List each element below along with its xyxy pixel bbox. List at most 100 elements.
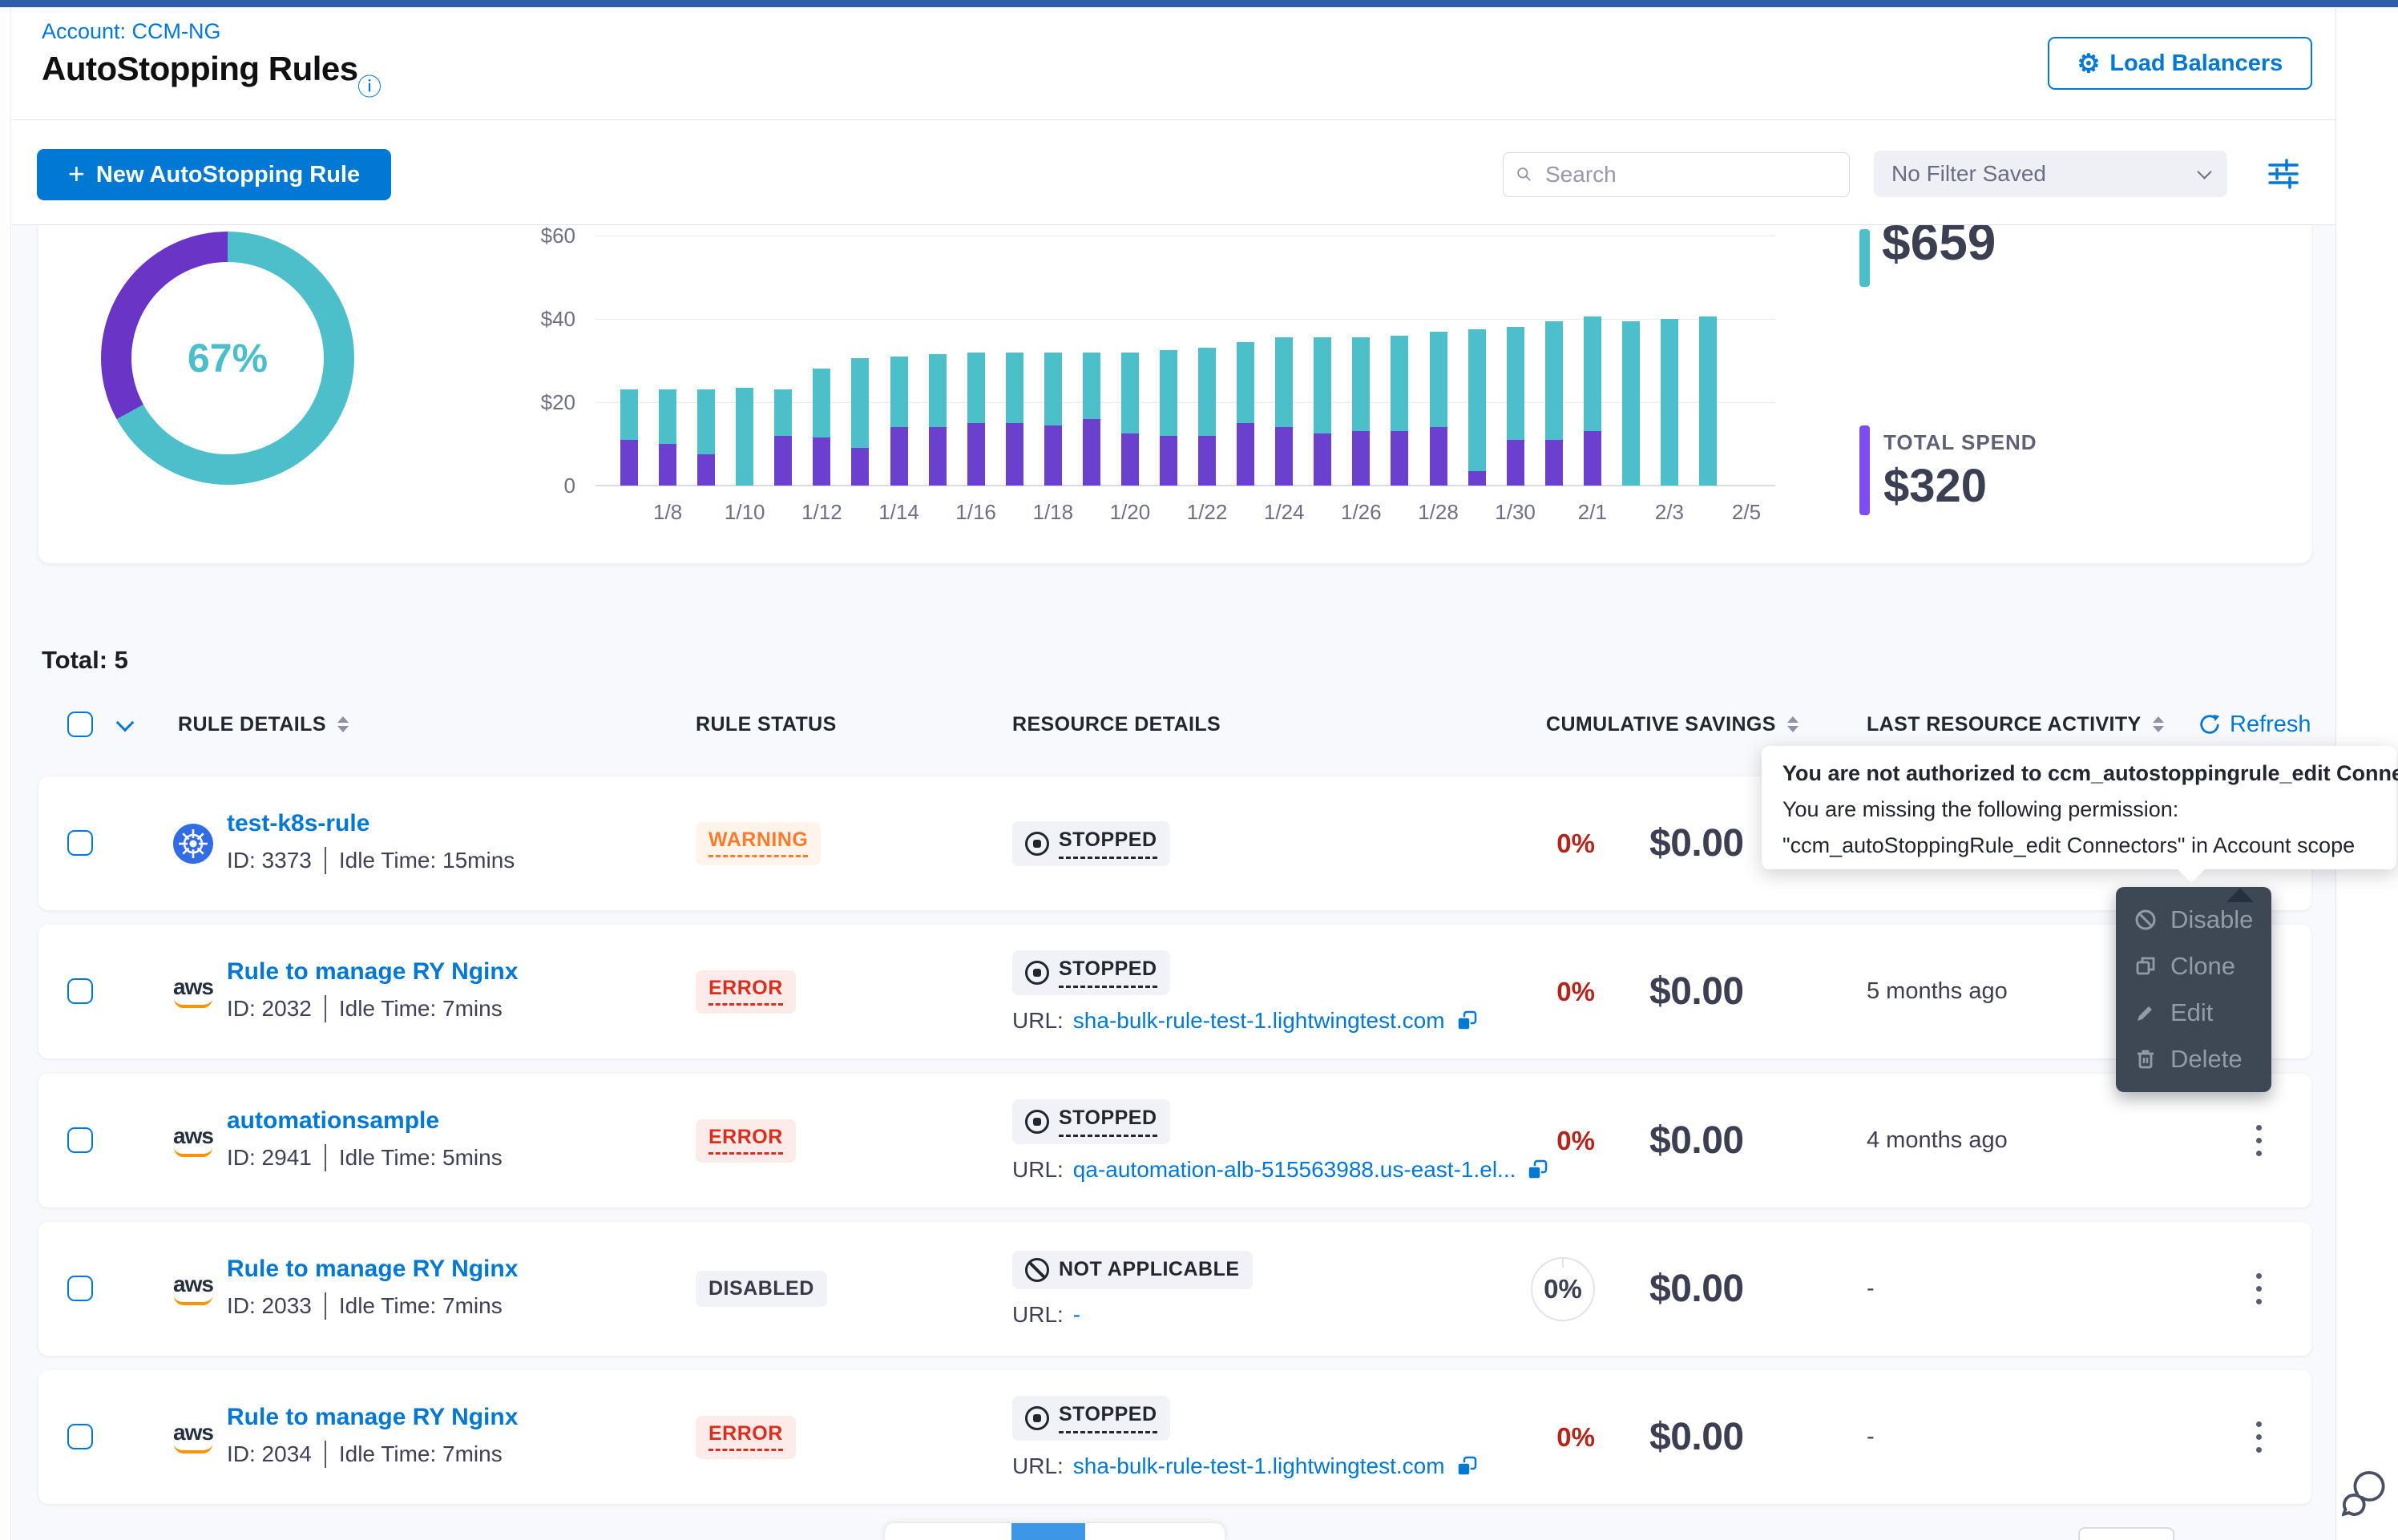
rule-name-link[interactable]: Rule to manage RY Nginx	[227, 958, 518, 986]
savings-amount: $0.00	[1649, 1074, 1744, 1207]
aws-icon: aws	[169, 1222, 217, 1356]
chevron-down-icon[interactable]	[116, 714, 135, 732]
last-activity: 4 months ago	[1867, 1074, 2008, 1207]
row-menu-kebab-icon[interactable]	[2236, 1370, 2281, 1504]
rule-details: ID: 2941Idle Time: 5mins	[227, 1144, 503, 1171]
savings-percent: 0%	[1556, 1422, 1595, 1453]
chevron-down-icon	[2197, 164, 2211, 179]
resource-url: URL: sha-bulk-rule-test-1.lightwingtest.…	[1012, 1008, 1479, 1034]
refresh-button[interactable]: Refresh	[2198, 699, 2311, 750]
column-last-resource-activity[interactable]: LAST RESOURCE ACTIVITY	[1867, 699, 2164, 750]
menu-item-disable[interactable]: Disable	[2116, 897, 2271, 943]
bar-segment-savings	[1545, 321, 1563, 440]
savings-legend-bar	[1859, 229, 1870, 287]
spend-legend-bar	[1859, 425, 1870, 515]
bar-segment-spend	[659, 444, 676, 486]
column-rule-details[interactable]: RULE DETAILS	[178, 699, 349, 750]
bar-segment-spend	[1160, 436, 1177, 486]
menu-item-clone[interactable]: Clone	[2116, 943, 2271, 990]
bar-segment-savings	[1430, 332, 1447, 428]
bar-segment-savings	[1661, 319, 1678, 486]
bar-segment-savings	[1507, 327, 1524, 439]
table-row: aws automationsample ID: 2941Idle Time: …	[38, 1074, 2311, 1207]
refresh-icon	[2198, 712, 2222, 736]
permission-tooltip: You are not authorized to ccm_autostoppi…	[1762, 746, 2396, 869]
filter-sliders-icon[interactable]	[2265, 155, 2302, 192]
aws-icon: aws	[169, 1074, 217, 1207]
x-axis-tick: 1/8	[653, 500, 682, 525]
row-menu-kebab-icon[interactable]	[2236, 1074, 2281, 1207]
resource-url: URL: -	[1012, 1302, 1080, 1328]
bar-segment-savings	[1314, 337, 1331, 433]
load-balancers-button[interactable]: ⚙ Load Balancers	[2048, 37, 2312, 90]
stopped-icon	[1025, 961, 1049, 985]
row-menu-kebab-icon[interactable]	[2236, 1222, 2281, 1356]
search-input[interactable]	[1544, 161, 1836, 188]
row-checkbox[interactable]	[67, 830, 93, 856]
bar-segment-savings	[813, 369, 830, 437]
disable-icon	[2134, 908, 2158, 932]
rule-name-link[interactable]: automationsample	[227, 1107, 439, 1135]
bar-segment-spend	[697, 454, 715, 486]
search-icon	[1516, 163, 1532, 186]
saved-filter-dropdown[interactable]: No Filter Saved	[1874, 151, 2227, 197]
rule-name-link[interactable]: test-k8s-rule	[227, 810, 369, 837]
url-link[interactable]: sha-bulk-rule-test-1.lightwingtest.com	[1073, 1453, 1445, 1479]
status-badge: DISABLED	[696, 1271, 827, 1307]
zero-savings-ring: 0%	[1531, 1257, 1595, 1321]
savings-percent: 0%	[1544, 1274, 1582, 1304]
resource-state-badge: NOT APPLICABLE	[1012, 1251, 1253, 1289]
menu-item-edit[interactable]: Edit	[2116, 990, 2271, 1036]
bar-segment-spend	[1391, 431, 1408, 486]
resource-state-badge: STOPPED	[1012, 1099, 1170, 1144]
bar-segment-spend	[1584, 431, 1601, 486]
plus-icon: +	[68, 159, 85, 188]
new-rule-label: New AutoStopping Rule	[96, 162, 360, 188]
rule-name-link[interactable]: Rule to manage RY Nginx	[227, 1404, 518, 1431]
bar-segment-spend	[1430, 427, 1447, 486]
saved-filter-value: No Filter Saved	[1891, 161, 2046, 187]
info-icon[interactable]: ⓘ	[357, 67, 382, 103]
page-title: AutoStopping Rules	[42, 50, 358, 88]
bar-segment-spend	[890, 427, 908, 486]
url-link[interactable]: sha-bulk-rule-test-1.lightwingtest.com	[1073, 1008, 1445, 1034]
row-checkbox[interactable]	[67, 1276, 93, 1301]
pagination-current-page[interactable]	[1011, 1523, 1085, 1540]
menu-item-delete[interactable]: Delete	[2116, 1036, 2271, 1082]
row-checkbox[interactable]	[67, 1127, 93, 1153]
page-size-dropdown[interactable]	[2078, 1527, 2174, 1540]
x-axis-tick: 1/26	[1341, 500, 1382, 525]
row-checkbox[interactable]	[67, 978, 93, 1004]
pagination-bar[interactable]	[885, 1523, 1225, 1540]
select-all-checkbox[interactable]	[67, 712, 93, 737]
stopped-icon	[1025, 1406, 1049, 1430]
bar-segment-savings	[736, 388, 753, 486]
bar-segment-spend	[1545, 440, 1563, 486]
x-axis-tick: 1/28	[1418, 500, 1459, 525]
rule-name-link[interactable]: Rule to manage RY Nginx	[227, 1256, 518, 1283]
bar-segment-spend	[1006, 423, 1023, 486]
y-axis-tick: $20	[507, 390, 575, 414]
bar-segment-savings	[1121, 353, 1139, 433]
y-axis-tick: 0	[507, 474, 575, 498]
breadcrumb-account[interactable]: Account: CCM-NG	[42, 19, 221, 44]
new-autostopping-rule-button[interactable]: + New AutoStopping Rule	[37, 149, 391, 200]
sort-icon	[337, 716, 349, 732]
bar-segment-spend	[1083, 419, 1100, 486]
chat-help-icon[interactable]	[2342, 1465, 2388, 1533]
bar-segment-spend	[1237, 423, 1254, 486]
table-row: aws Rule to manage RY Nginx ID: 2032Idle…	[38, 925, 2311, 1058]
left-edge-strip	[0, 7, 11, 1540]
resource-url: URL: qa-automation-alb-515563988.us-east…	[1012, 1157, 1549, 1183]
bar-segment-savings	[1275, 337, 1293, 427]
savings-percent: 0%	[1556, 1126, 1595, 1156]
url-link[interactable]: qa-automation-alb-515563988.us-east-1.el…	[1073, 1157, 1516, 1183]
x-axis-tick: 1/12	[801, 500, 842, 525]
y-axis-tick: $40	[507, 307, 575, 331]
x-axis-tick: 2/5	[1732, 500, 1761, 525]
delete-icon	[2134, 1047, 2158, 1071]
column-cumulative-savings[interactable]: CUMULATIVE SAVINGS	[1546, 699, 1798, 750]
row-checkbox[interactable]	[67, 1424, 93, 1449]
search-box[interactable]	[1503, 152, 1850, 197]
bar-segment-savings	[659, 389, 676, 444]
